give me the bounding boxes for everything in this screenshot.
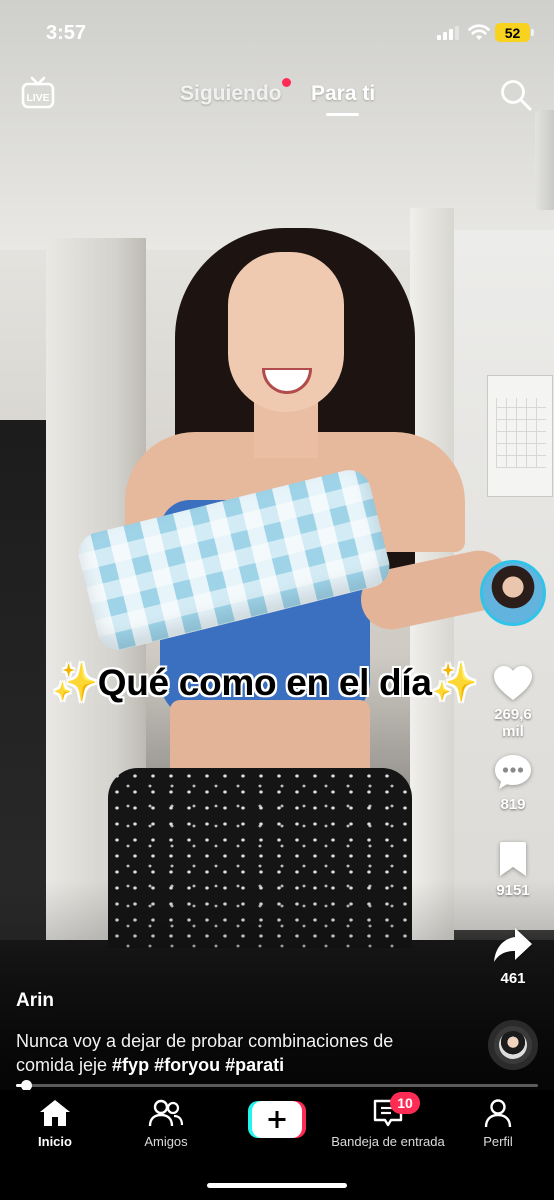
home-indicator	[207, 1183, 347, 1188]
video-caption-overlay: ✨Qué como en el día✨	[52, 662, 478, 703]
hashtag[interactable]: #parati	[225, 1055, 284, 1075]
video-progress-bar[interactable]	[16, 1080, 538, 1091]
bookmark-count: 9151	[496, 882, 530, 899]
tab-active-indicator	[326, 113, 359, 116]
tab-for-you[interactable]: Para ti	[311, 82, 375, 106]
nav-profile-label: Perfil	[483, 1134, 513, 1149]
nav-home-label: Inicio	[38, 1134, 72, 1149]
comment-button[interactable]: 819	[482, 752, 544, 813]
post-description[interactable]: Nunca voy a dejar de probar combinacione…	[16, 1029, 456, 1077]
live-icon[interactable]: LIVE	[21, 76, 55, 110]
creator-avatar[interactable]	[480, 560, 546, 626]
music-disc[interactable]	[488, 1020, 538, 1070]
share-count: 461	[500, 970, 526, 987]
music-disc-cover	[499, 1031, 527, 1059]
nav-profile[interactable]: Perfil	[438, 1098, 554, 1149]
live-label: LIVE	[26, 92, 49, 104]
like-count: 269,6 mil	[494, 706, 532, 740]
video-scene-doorway	[0, 420, 48, 940]
video-player[interactable]	[0, 0, 554, 1090]
share-arrow-icon	[494, 928, 532, 962]
comment-icon	[495, 755, 531, 789]
video-scene-calendar	[487, 375, 553, 497]
heart-icon	[494, 666, 532, 700]
status-time: 3:57	[46, 22, 87, 44]
video-scene-lamp	[535, 110, 554, 210]
battery-icon: 52	[495, 23, 534, 42]
tab-following[interactable]: Siguiendo	[180, 82, 282, 106]
tab-following-notification-dot	[282, 78, 291, 87]
author-name[interactable]: Arin	[16, 990, 54, 1012]
bookmark-button[interactable]: 9151	[482, 840, 544, 899]
nav-friends-label: Amigos	[144, 1134, 188, 1149]
wifi-icon	[468, 24, 490, 40]
hashtag[interactable]: #fyp	[112, 1055, 149, 1075]
create-button[interactable]	[248, 1101, 306, 1138]
inbox-notification-badge: 10	[390, 1092, 420, 1114]
nav-friends[interactable]: Amigos	[106, 1098, 226, 1149]
nav-inbox[interactable]: Bandeja de entrada	[328, 1098, 448, 1149]
comment-count: 819	[500, 796, 526, 813]
home-icon	[40, 1100, 70, 1126]
hashtag[interactable]: #foryou	[154, 1055, 220, 1075]
like-button[interactable]: 269,6 mil	[482, 664, 544, 740]
cellular-signal-icon	[437, 26, 461, 40]
nav-inbox-label: Bandeja de entrada	[331, 1134, 445, 1149]
search-icon[interactable]	[499, 78, 533, 112]
nav-home[interactable]: Inicio	[0, 1098, 115, 1149]
share-button[interactable]: 461	[482, 926, 544, 987]
profile-icon	[484, 1099, 512, 1128]
friends-icon	[148, 1099, 184, 1127]
bookmark-icon	[500, 842, 526, 876]
